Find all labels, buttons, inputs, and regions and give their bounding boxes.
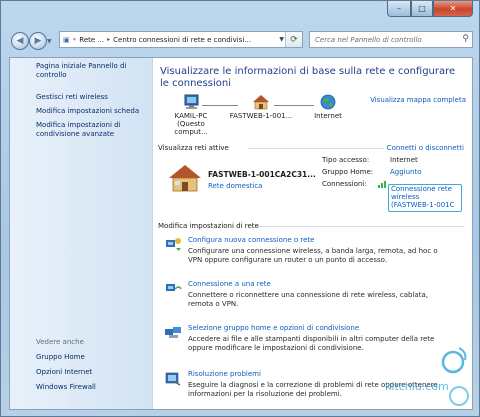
sidebar-item-manage-wireless[interactable]: Gestisci reti wireless [36, 93, 108, 102]
forward-button[interactable]: ▶ [29, 32, 47, 50]
wifi-signal-icon [378, 181, 386, 188]
maximize-button[interactable]: □ [411, 1, 433, 17]
change-settings-header: Modifica impostazioni di rete [158, 222, 259, 230]
map-node-sublabel: (Questo comput... [174, 120, 208, 136]
address-bar[interactable]: ▣ « Rete ... ▸ Centro connessioni di ret… [59, 31, 303, 48]
close-button[interactable]: ✕ [433, 1, 473, 17]
sidebar-item-advanced-sharing[interactable]: Modifica impostazioni di condivisione av… [36, 121, 146, 139]
map-node-label: KAMIL-PC [174, 112, 208, 120]
minimize-button[interactable]: – [387, 1, 411, 17]
page-title: Visualizzare le informazioni di base sul… [160, 66, 456, 89]
network-type-link[interactable]: Rete domestica [208, 182, 262, 190]
new-connection-icon [166, 238, 181, 251]
task-title[interactable]: Configura nuova connessione o rete [188, 236, 315, 244]
connection-line-3: (FASTWEB-1-001C [391, 201, 455, 209]
see-also-firewall[interactable]: Windows Firewall [36, 383, 96, 392]
connections-label: Connessioni: [322, 180, 367, 188]
globe-icon [320, 94, 336, 110]
sidebar-item-adapter-settings[interactable]: Modifica impostazioni scheda [36, 107, 139, 116]
task-title[interactable]: Risoluzione problemi [188, 370, 261, 378]
watermark-logo: kitchlu.com [385, 347, 469, 406]
caption-buttons: – □ ✕ [387, 1, 473, 17]
sidebar-item-control-panel-home[interactable]: Pagina iniziale Pannello di controllo [36, 62, 144, 80]
control-panel-icon: ▣ [63, 35, 70, 44]
breadcrumb-sep-icon: « [72, 36, 77, 43]
map-node-network[interactable]: FASTWEB-1-001... [228, 94, 294, 120]
map-node-internet[interactable]: Internet [308, 94, 348, 120]
back-button[interactable]: ◀ [11, 32, 29, 50]
back-arrow-icon: ◀ [16, 36, 24, 46]
refresh-button[interactable]: ⟳ [285, 32, 302, 47]
task-title[interactable]: Selezione gruppo home e opzioni di condi… [188, 324, 359, 332]
task-description: Configurare una connessione wireless, a … [188, 247, 438, 264]
search-icon[interactable]: ⚲ [462, 34, 469, 44]
active-networks-header: Visualizza reti attive [158, 144, 229, 152]
network-name: FASTWEB-1-001CA2C31... [208, 170, 316, 179]
wireless-connection-link[interactable]: Connessione rete wireless (FASTWEB-1-001… [388, 184, 462, 212]
connect-disconnect-link[interactable]: Connetti o disconnetti [387, 144, 464, 152]
connection-line-2: wireless [391, 193, 420, 201]
see-also-homegroup[interactable]: Gruppo Home [36, 353, 85, 362]
access-type-label: Tipo accesso: [322, 156, 370, 164]
connection-line-1: Connessione rete [391, 185, 452, 193]
watermark-text: kitchlu.com [385, 380, 449, 393]
task-title[interactable]: Connessione a una rete [188, 280, 271, 288]
homegroup-link[interactable]: Aggiunto [390, 168, 422, 176]
computer-icon [184, 94, 199, 109]
search-placeholder: Cerca nel Pannello di controllo [315, 35, 422, 44]
view-full-map-link[interactable]: Visualizza mappa completa [370, 96, 466, 104]
forward-arrow-icon: ▶ [34, 36, 42, 46]
map-node-label: FASTWEB-1-001... [229, 112, 293, 120]
connect-network-icon [166, 284, 182, 291]
see-also-internet-options[interactable]: Opzioni Internet [36, 368, 92, 377]
map-node-label: Internet [314, 112, 342, 120]
breadcrumb-network-center[interactable]: Centro connessioni di rete e condivisi..… [113, 36, 251, 44]
home-network-icon [169, 165, 201, 192]
see-also-header: Vedere anche [36, 338, 84, 346]
homegroup-label: Gruppo Home: [322, 168, 374, 176]
task-description: Connettere o riconnettere una connession… [188, 291, 428, 308]
divider [256, 226, 464, 227]
navigation-bar: ◀ ▶ ▼ ▣ « Rete ... ▸ Centro connessioni … [9, 31, 473, 51]
breadcrumb-chevron-icon[interactable]: ▸ [107, 36, 110, 43]
divider [248, 148, 384, 149]
sidebar: Pagina iniziale Pannello di controllo Ge… [10, 58, 153, 409]
homegroup-icon [165, 327, 181, 338]
troubleshoot-icon [165, 372, 181, 386]
access-type-value: Internet [390, 156, 418, 164]
search-input[interactable]: Cerca nel Pannello di controllo ⚲ [309, 31, 473, 48]
breadcrumb-network[interactable]: Rete ... [79, 36, 104, 44]
window: – □ ✕ ◀ ▶ ▼ ▣ « Rete ... ▸ Centro connes… [0, 0, 480, 417]
map-node-computer[interactable]: KAMIL-PC (Questo comput... [160, 94, 222, 136]
house-icon [253, 95, 269, 110]
history-dropdown-icon[interactable]: ▼ [47, 38, 55, 45]
address-dropdown-icon[interactable]: ▼ [279, 36, 284, 43]
